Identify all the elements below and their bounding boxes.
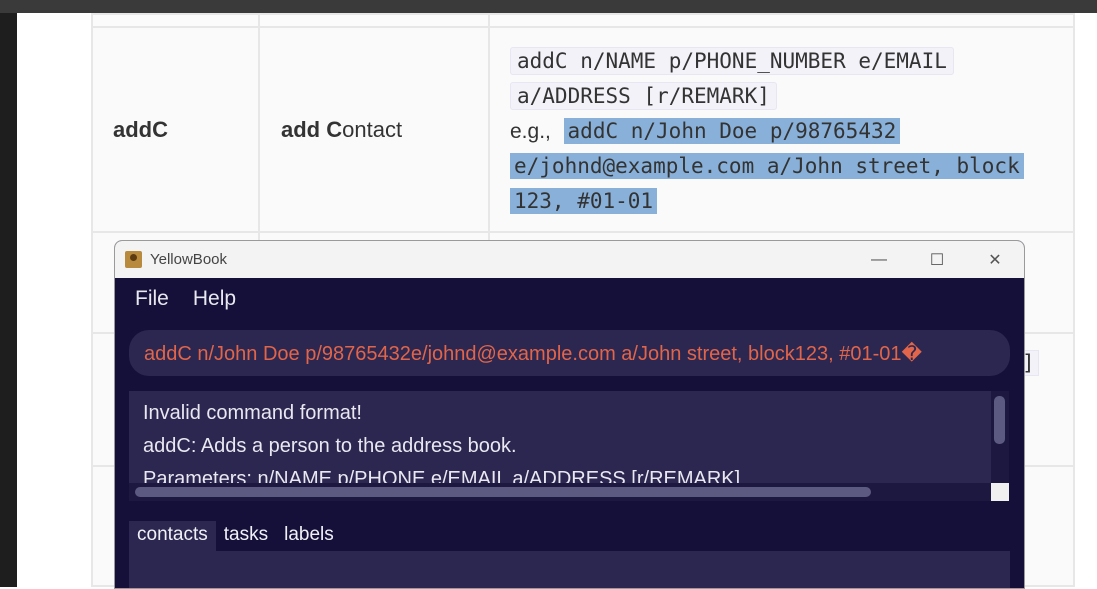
command-input[interactable]: addC n/John Doe p/98765432e/johnd@exampl… bbox=[129, 330, 1010, 376]
format-code-line1: addC n/NAME p/PHONE_NUMBER e/EMAIL bbox=[510, 47, 954, 75]
command-name: addC bbox=[113, 117, 168, 142]
command-action: add Contact bbox=[281, 117, 402, 143]
example-code-line1: addC n/John Doe p/98765432 bbox=[563, 118, 901, 144]
vertical-scrollbar[interactable] bbox=[991, 391, 1009, 483]
maximize-button[interactable]: ☐ bbox=[908, 241, 966, 278]
horizontal-scrollbar[interactable] bbox=[129, 483, 991, 501]
action-bold: add C bbox=[281, 117, 343, 142]
menu-help[interactable]: Help bbox=[193, 287, 236, 311]
tab-content-panel bbox=[129, 551, 1010, 588]
address-book-icon bbox=[125, 251, 142, 268]
scrollbar-corner bbox=[991, 483, 1009, 501]
format-code-line2: a/ADDRESS [r/REMARK] bbox=[510, 82, 777, 110]
command-format: addC n/NAME p/PHONE_NUMBER e/EMAIL a/ADD… bbox=[510, 44, 1070, 219]
menu-bar: File Help bbox=[115, 278, 1024, 320]
example-code-line2: e/johnd@example.com a/John street, block bbox=[510, 153, 1024, 179]
browser-top-strip bbox=[0, 0, 1097, 13]
left-edge-panel bbox=[0, 13, 17, 587]
tab-tasks[interactable]: tasks bbox=[216, 521, 276, 551]
tab-contacts[interactable]: contacts bbox=[129, 521, 216, 551]
menu-file[interactable]: File bbox=[135, 287, 169, 311]
action-rest: ontact bbox=[342, 117, 403, 142]
window-controls: — ☐ ✕ bbox=[850, 241, 1024, 278]
window-title: YellowBook bbox=[150, 251, 227, 268]
minimize-button[interactable]: — bbox=[850, 241, 908, 278]
result-display[interactable]: Invalid command format! addC: Adds a per… bbox=[129, 391, 1009, 501]
tab-bar: contacts tasks labels bbox=[129, 521, 342, 551]
app-window: YellowBook — ☐ ✕ File Help addC n/John D… bbox=[114, 240, 1025, 589]
horizontal-scroll-thumb[interactable] bbox=[135, 487, 871, 497]
close-button[interactable]: ✕ bbox=[966, 241, 1024, 278]
eg-label: e.g., bbox=[510, 120, 551, 143]
tab-labels[interactable]: labels bbox=[276, 521, 342, 551]
title-bar[interactable]: YellowBook — ☐ ✕ bbox=[115, 241, 1024, 278]
vertical-scroll-thumb[interactable] bbox=[994, 396, 1005, 444]
example-code-line3: 123, #01-01 bbox=[510, 188, 658, 214]
